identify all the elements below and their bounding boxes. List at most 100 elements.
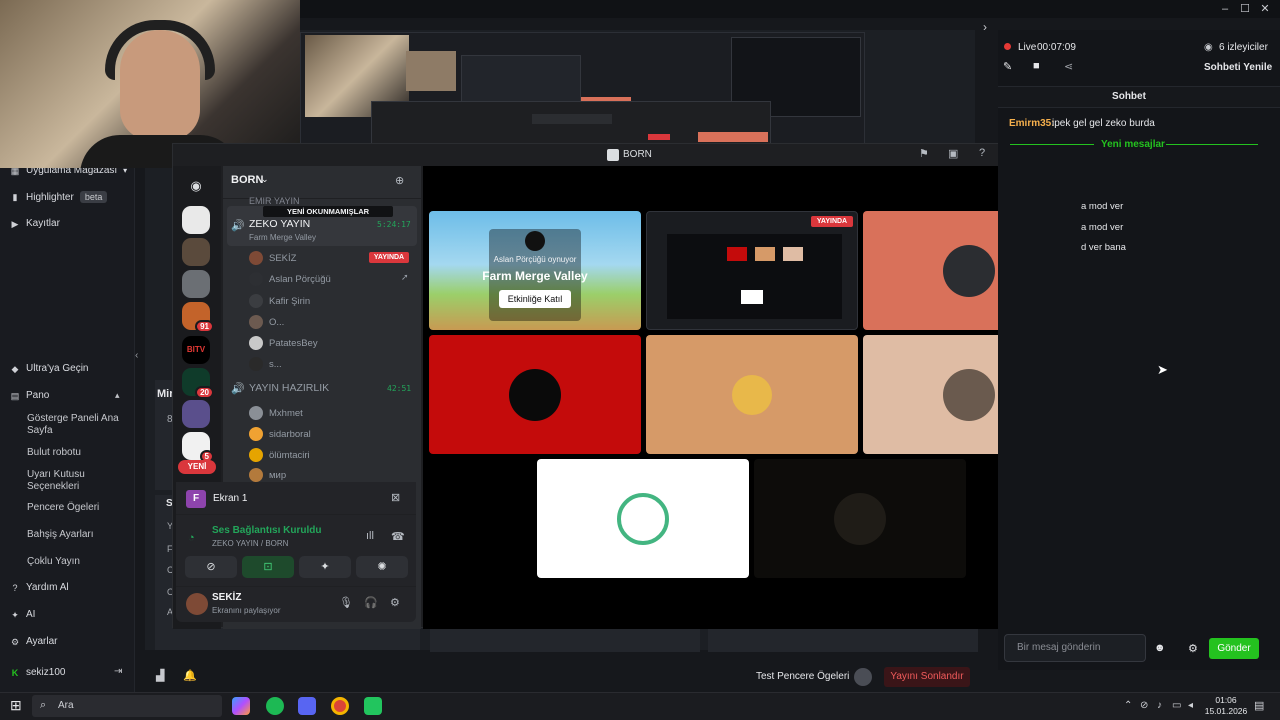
sidebar-item-highlighter[interactable]: ▮ Highlighter beta xyxy=(10,191,108,203)
sidebar-sub-dash-home[interactable]: Gösterge Paneli Ana Sayfa xyxy=(27,413,127,437)
join-activity-button[interactable]: Etkinliğe Katıl xyxy=(499,290,571,308)
sidebar-item-settings[interactable]: ⚙ Ayarlar xyxy=(10,636,58,647)
sidebar-sub-alert-box[interactable]: Uyarı Kutusu Seçenekleri xyxy=(27,469,127,493)
chrome-icon[interactable] xyxy=(331,697,349,715)
sidebar-item-ultra[interactable]: ◆ Ultra'ya Geçin xyxy=(10,363,89,374)
copilot-icon[interactable] xyxy=(232,697,250,715)
streamlabs-icon[interactable] xyxy=(364,697,382,715)
voice-user-row[interactable]: Mxhmet xyxy=(249,404,303,422)
tray-chevron-icon[interactable]: ⌃ xyxy=(1124,700,1132,711)
unread-banner[interactable]: YENİ OKUNMAMIŞLAR xyxy=(263,206,393,217)
server-icon[interactable] xyxy=(182,238,210,266)
new-unread-pill[interactable]: YENİ xyxy=(178,460,216,474)
sidebar-sub-cloud-bot[interactable]: Bulut robotu xyxy=(27,447,127,459)
voice-user-row[interactable]: SEKİZ xyxy=(249,249,296,267)
voice-user-row[interactable]: ölümtaciri xyxy=(249,446,310,464)
voice-channel-path[interactable]: ZEKO YAYIN / BORN xyxy=(212,539,288,548)
avatar[interactable] xyxy=(186,593,208,615)
activities-button[interactable]: ✦ xyxy=(299,556,351,578)
voice-status[interactable]: Ses Bağlantısı Kuruldu xyxy=(212,525,321,536)
sidebar-item-ai[interactable]: ✦ AI xyxy=(10,609,35,620)
close-icon[interactable]: ✕ xyxy=(1257,2,1273,16)
disconnect-icon[interactable]: ☎ xyxy=(391,530,405,543)
bell-icon[interactable]: 🔔 xyxy=(183,669,197,682)
channel-top[interactable]: EMIR YAYIN xyxy=(249,196,300,206)
user-name[interactable]: SEKİZ xyxy=(212,592,241,603)
voice-channel-name[interactable]: YAYIN HAZIRLIK xyxy=(249,382,329,394)
chevron-right-icon[interactable]: › xyxy=(983,20,987,34)
maximize-icon[interactable]: ☐ xyxy=(1237,2,1253,16)
taskbar-time[interactable]: 01:06 xyxy=(1211,695,1241,705)
server-name[interactable]: BORN xyxy=(231,174,263,186)
chevron-down-icon[interactable]: ⌄ xyxy=(261,174,269,185)
voice-channel-name[interactable]: ZEKO YAYIN xyxy=(249,218,310,230)
refresh-chat-button[interactable]: Sohbeti Yenile xyxy=(1204,62,1272,73)
collapse-sidebar-icon[interactable]: ‹ xyxy=(135,350,138,361)
discord-icon[interactable] xyxy=(298,697,316,715)
server-icon[interactable]: 91 xyxy=(182,302,214,333)
voice-user-row[interactable]: sidarboral xyxy=(249,425,311,443)
display-icon[interactable]: ▭ xyxy=(1172,700,1181,711)
stream-tile[interactable]: YAYINDA xyxy=(646,211,858,330)
sidebar-user[interactable]: Ksekiz100 xyxy=(10,667,66,678)
headphones-icon[interactable]: 🎧 xyxy=(364,596,378,609)
discord-home-icon[interactable]: ◉ xyxy=(182,172,210,200)
gear-icon[interactable]: ⚙ xyxy=(390,596,400,609)
participant-tile[interactable] xyxy=(754,459,966,578)
network-off-icon[interactable]: ⊘ xyxy=(1140,700,1148,711)
microphone-icon[interactable]: 🎙 xyxy=(339,596,353,609)
emoji-icon[interactable]: ☻ xyxy=(1154,642,1166,654)
spotify-icon[interactable] xyxy=(266,697,284,715)
test-window-items-button[interactable]: Test Pencere Ögeleri xyxy=(756,671,849,682)
voice-user-row[interactable]: PatatesBey xyxy=(249,334,318,352)
stop-share-icon[interactable]: ⊠ xyxy=(391,491,400,504)
sidebar-sub-multistream[interactable]: Çoklu Yayın xyxy=(27,556,127,568)
soundboard-button[interactable]: ✺ xyxy=(356,556,408,578)
server-icon[interactable]: BITV xyxy=(182,336,210,364)
record-icon[interactable] xyxy=(854,668,872,686)
sidebar-item-help[interactable]: ? Yardım Al xyxy=(10,582,68,593)
sidebar-item-dashboard[interactable]: ▤ Pano xyxy=(10,390,50,401)
voice-user-row[interactable]: s... xyxy=(249,355,282,373)
inbox-icon[interactable]: ⚑ xyxy=(919,147,929,160)
participant-tile[interactable] xyxy=(646,335,858,454)
voice-user-row[interactable]: O... xyxy=(249,313,284,331)
participant-tile[interactable] xyxy=(429,335,641,454)
server-icon[interactable]: 20 xyxy=(182,368,214,399)
voice-user-row[interactable]: Kafir Şirin xyxy=(249,292,310,310)
help-icon[interactable]: ? xyxy=(979,147,985,159)
mic-icon[interactable]: ♪ xyxy=(1157,700,1162,711)
screen-share-icon[interactable]: ▣ xyxy=(948,147,958,160)
chat-username[interactable]: Emirm35: xyxy=(1009,118,1055,129)
logout-icon[interactable]: ⇥ xyxy=(114,666,122,677)
activity-tile[interactable]: Aslan Pörçüğü oynuyor Farm Merge Valley … xyxy=(429,211,641,330)
share-screen-button[interactable]: ⊡ xyxy=(242,556,294,578)
notification-icon[interactable]: ▤ xyxy=(1254,699,1264,712)
sidebar-item-records[interactable]: ▶ Kayıtlar xyxy=(10,218,60,229)
server-icon[interactable] xyxy=(182,206,210,234)
sidebar-sub-window-items[interactable]: Pencere Ögeleri xyxy=(27,502,127,514)
participant-tile[interactable] xyxy=(537,459,749,578)
taskbar-search[interactable]: Ara xyxy=(32,695,222,717)
noise-icon[interactable]: ıll xyxy=(366,530,374,542)
sidebar-sub-donation[interactable]: Bahşiş Ayarları xyxy=(27,529,127,541)
voice-user-row[interactable]: Aslan Pörçüğü xyxy=(249,270,331,288)
camera-toggle-button[interactable]: ⊘ xyxy=(185,556,237,578)
server-icon[interactable] xyxy=(182,270,210,298)
chat-input[interactable]: Bir mesaj gönderin xyxy=(1004,634,1146,662)
share-icon[interactable]: ⋖ xyxy=(1064,60,1073,73)
chevron-up-icon[interactable]: ▴ xyxy=(115,390,120,401)
taskbar-date[interactable]: 15.01.2026 xyxy=(1198,706,1254,716)
end-stream-button[interactable]: Yayını Sonlandır xyxy=(884,667,970,687)
video-icon[interactable]: ■ xyxy=(1033,60,1040,72)
minimize-icon[interactable]: – xyxy=(1217,2,1233,16)
edit-icon[interactable]: ✎ xyxy=(1003,60,1012,73)
add-member-icon[interactable]: ⊕ xyxy=(395,174,404,187)
windows-start-icon[interactable]: ⊞ xyxy=(10,698,22,712)
send-button[interactable]: Gönder xyxy=(1209,638,1259,659)
server-icon[interactable]: 5 xyxy=(182,432,214,463)
gear-icon[interactable]: ⚙ xyxy=(1188,642,1198,655)
server-icon[interactable] xyxy=(182,400,210,428)
volume-icon[interactable]: ◂ xyxy=(1188,700,1193,711)
stats-icon[interactable]: ▟ xyxy=(156,669,164,682)
